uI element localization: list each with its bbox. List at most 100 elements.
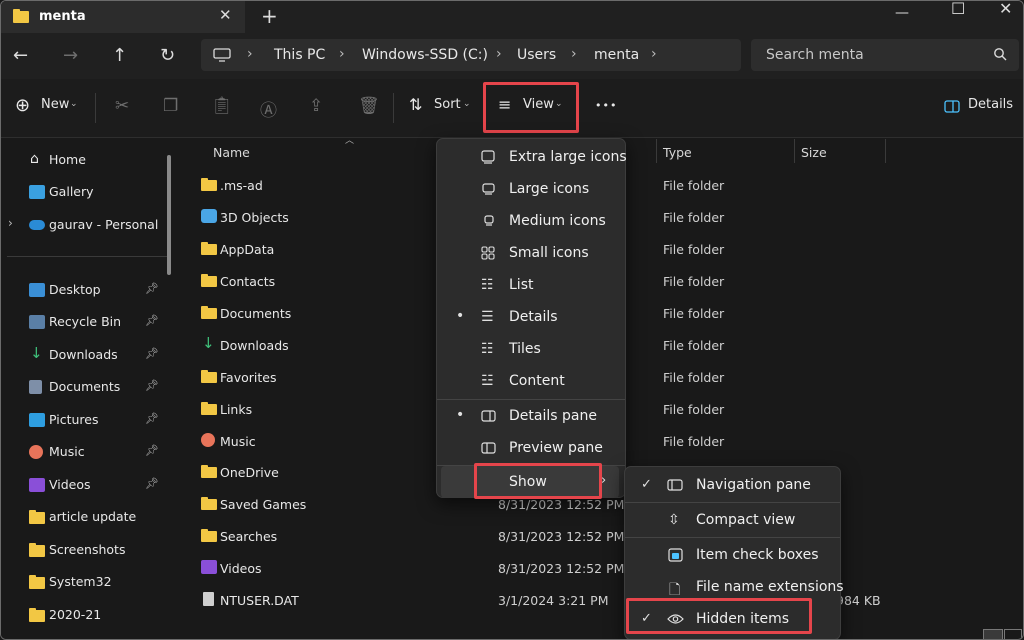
show-highlight-box — [474, 463, 602, 499]
sort-icon: ⇅ — [409, 95, 423, 114]
sidebar-item-recycle-bin[interactable]: Recycle Bin 📌︎ — [1, 309, 171, 335]
sidebar-item-downloads[interactable]: ↓ Downloads 📌︎ — [1, 342, 171, 368]
sidebar-item-music[interactable]: Music 📌︎ — [1, 439, 171, 465]
menu-item-small-icons[interactable]: Small icons — [441, 237, 621, 269]
sidebar-item-videos[interactable]: Videos 📌︎ — [1, 472, 171, 498]
share-icon[interactable]: ⇪ — [309, 96, 323, 116]
file-row[interactable]: Searches 8/31/2023 12:52 PM — [191, 521, 1001, 551]
document-icon — [29, 380, 42, 394]
sidebar-item-onedrive[interactable]: › gaurav - Personal — [1, 212, 171, 238]
large-icons-icon — [482, 183, 495, 195]
title-bar: menta ✕ + — ☐ ✕ — [1, 1, 1023, 33]
pin-icon[interactable]: 📌︎ — [145, 412, 159, 425]
new-tab-button[interactable]: + — [261, 4, 278, 28]
video-icon — [29, 478, 45, 492]
medium-icons-icon — [484, 215, 494, 226]
details-pane-icon — [481, 410, 496, 422]
details-view-toggle-icon[interactable] — [983, 629, 1003, 639]
pin-icon[interactable]: 📌︎ — [145, 477, 159, 490]
refresh-icon[interactable]: ↻ — [160, 45, 175, 66]
delete-icon[interactable]: 🗑︎ — [358, 96, 380, 116]
breadcrumb-this-pc[interactable]: This PC — [274, 47, 325, 63]
cloud-icon — [29, 220, 45, 230]
paste-icon[interactable]: 📋︎ — [211, 96, 233, 116]
sort-button[interactable]: Sort — [434, 97, 461, 112]
menu-item-content[interactable]: ☳ Content — [441, 365, 621, 397]
desktop-icon — [29, 283, 45, 297]
sidebar-item-pictures[interactable]: Pictures 📌︎ — [1, 407, 171, 433]
rename-icon[interactable]: Ⓐ — [260, 96, 277, 121]
menu-item-medium-icons[interactable]: Medium icons — [441, 205, 621, 237]
breadcrumb-users[interactable]: Users — [517, 47, 556, 63]
file-row[interactable]: NTUSER.DAT 3/1/2024 3:21 PM 984 KB — [191, 585, 1001, 615]
close-window-button[interactable]: ✕ — [999, 1, 1012, 18]
tiles-icon: ☷ — [481, 341, 494, 357]
menu-item-navigation-pane[interactable]: ✓ Navigation pane — [629, 469, 836, 501]
column-header-name[interactable]: Name — [213, 145, 250, 160]
folder-icon — [201, 370, 217, 383]
sidebar-item-desktop[interactable]: Desktop 📌︎ — [1, 277, 171, 303]
expand-chevron-icon[interactable]: › — [8, 216, 13, 230]
folder-icon — [13, 9, 29, 23]
download-icon: ↓ — [30, 344, 43, 362]
column-header-type[interactable]: Type — [663, 145, 692, 160]
folder-icon — [201, 274, 217, 287]
sidebar-item-article-update[interactable]: article update — [1, 504, 171, 530]
content-icon: ☳ — [481, 373, 494, 389]
folder-icon — [29, 575, 45, 589]
file-row[interactable]: Videos 8/31/2023 12:52 PM — [191, 553, 1001, 583]
menu-item-details-pane[interactable]: • Details pane — [441, 400, 621, 432]
folder-icon — [29, 608, 45, 622]
menu-item-preview-pane[interactable]: Preview pane — [441, 432, 621, 464]
breadcrumb-menta[interactable]: menta — [594, 47, 639, 63]
pin-icon[interactable]: 📌︎ — [145, 314, 159, 327]
menu-item-large-icons[interactable]: Large icons — [441, 173, 621, 205]
back-arrow-icon[interactable]: ← — [13, 45, 28, 66]
copy-icon[interactable]: ❐ — [163, 96, 178, 116]
more-options-button[interactable]: ••• — [595, 99, 617, 112]
sidebar-item-documents[interactable]: Documents 📌︎ — [1, 374, 171, 400]
sidebar-scrollbar[interactable] — [167, 155, 171, 275]
hidden-items-highlight-box — [626, 598, 812, 634]
search-icon — [994, 48, 1007, 61]
menu-item-tiles[interactable]: ☷ Tiles — [441, 333, 621, 365]
navigation-pane-icon — [667, 479, 683, 491]
computer-icon — [213, 48, 231, 62]
menu-item-extra-large-icons[interactable]: Extra large icons — [441, 141, 627, 173]
plus-circle-icon: ⊕ — [15, 95, 31, 116]
minimize-button[interactable]: — — [895, 5, 909, 21]
pin-icon[interactable]: 📌︎ — [145, 379, 159, 392]
sidebar-item-screenshots[interactable]: Screenshots — [1, 537, 171, 563]
address-bar[interactable]: › This PC › Windows-SSD (C:) › Users › m… — [201, 39, 741, 71]
menu-item-list[interactable]: ☷ List — [441, 269, 621, 301]
tab-menta[interactable]: menta ✕ — [1, 1, 245, 33]
file-icon — [203, 592, 214, 606]
new-button[interactable]: New — [41, 97, 69, 112]
close-tab-icon[interactable]: ✕ — [219, 6, 232, 24]
sidebar-item-gallery[interactable]: Gallery — [1, 179, 171, 205]
up-arrow-icon[interactable]: ↑ — [112, 45, 127, 66]
command-bar: ⊕ New ⌄ ✂ ❐ 📋︎ Ⓐ ⇪ 🗑︎ ⇅ Sort ⌄ ≡ View ⌄ … — [1, 79, 1023, 138]
menu-item-item-check-boxes[interactable]: Item check boxes — [629, 539, 836, 571]
music-icon — [201, 433, 215, 447]
home-icon: ⌂ — [30, 151, 39, 167]
breadcrumb-windows-ssd[interactable]: Windows-SSD (C:) — [362, 47, 488, 63]
column-header-size[interactable]: Size — [801, 145, 827, 160]
folder-icon — [201, 529, 217, 542]
sidebar-item-2020-21[interactable]: 2020-21 — [1, 602, 171, 628]
forward-arrow-icon[interactable]: → — [63, 45, 78, 66]
3d-objects-icon — [201, 209, 217, 223]
menu-item-compact-view[interactable]: ⇳ Compact view — [629, 504, 836, 536]
menu-item-details[interactable]: • ☰ Details — [441, 301, 621, 333]
sidebar-item-home[interactable]: ⌂ Home — [1, 147, 171, 173]
maximize-button[interactable]: ☐ — [951, 1, 965, 18]
tiles-view-toggle-icon[interactable] — [1004, 629, 1022, 639]
sidebar-item-system32[interactable]: System32 — [1, 569, 171, 595]
pin-icon[interactable]: 📌︎ — [145, 347, 159, 360]
pin-icon[interactable]: 📌︎ — [145, 444, 159, 457]
details-button[interactable]: Details — [968, 97, 1013, 112]
search-input[interactable]: Search menta — [751, 39, 1019, 71]
cut-icon[interactable]: ✂ — [115, 96, 129, 116]
pin-icon[interactable]: 📌︎ — [145, 282, 159, 295]
search-placeholder: Search menta — [766, 47, 864, 63]
